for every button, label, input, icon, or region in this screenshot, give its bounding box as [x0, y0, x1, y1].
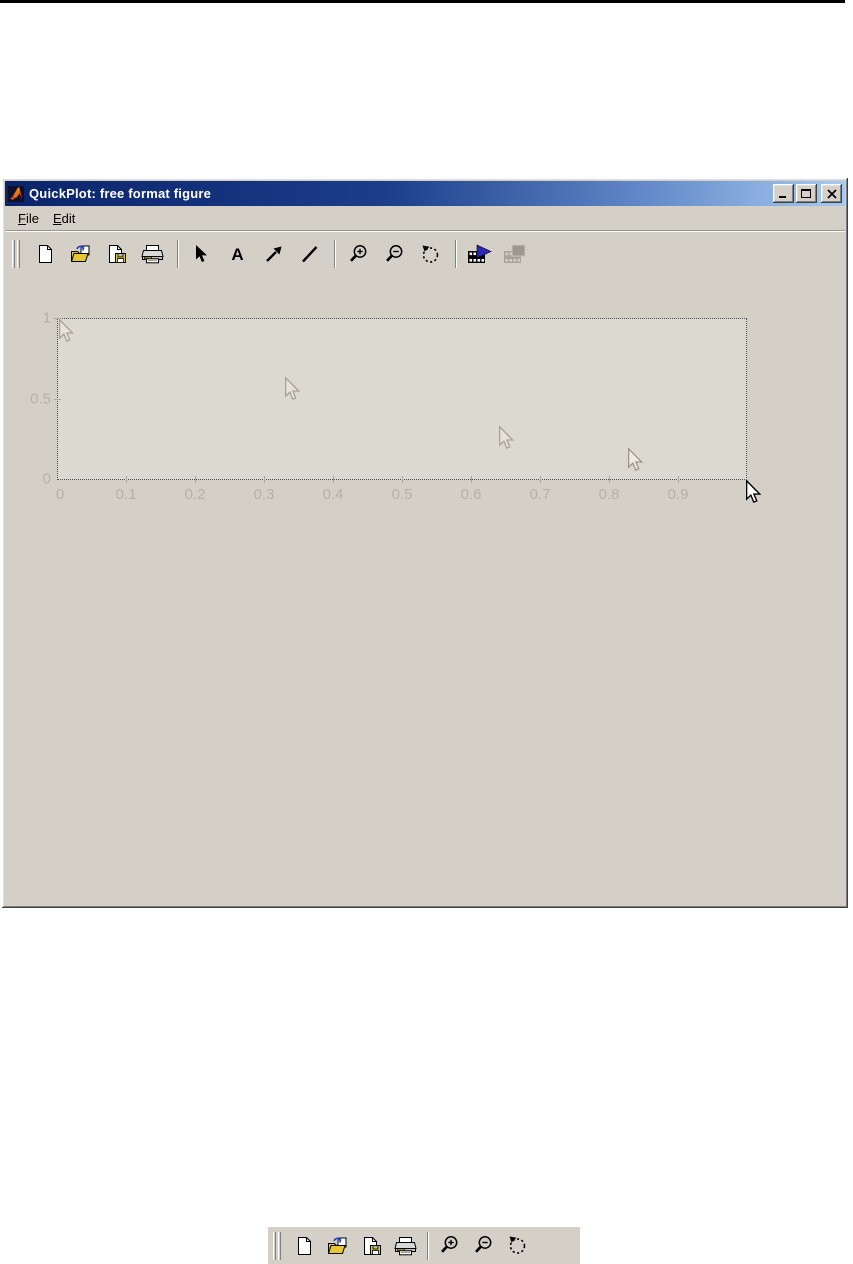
toolbar-separator: [427, 1231, 429, 1260]
x-tick: [402, 476, 403, 483]
page-top-rule: [0, 0, 845, 3]
x-tick-label: 0.6: [460, 486, 482, 503]
open-folder-icon: [70, 245, 89, 262]
x-tick-label: 0.5: [391, 486, 413, 503]
main-toolbar: A: [5, 232, 845, 276]
quickplot-window: QuickPlot: free format figure File Edit: [2, 178, 848, 908]
toolbar-fragment: [268, 1227, 580, 1264]
export-movie-button-disabled: [502, 241, 529, 268]
zoom-in-button[interactable]: [436, 1232, 463, 1259]
zoom-out-icon: [386, 244, 403, 262]
new-figure-button[interactable]: [31, 241, 58, 268]
rotate-icon: [422, 245, 439, 263]
line-tool-button[interactable]: [296, 241, 323, 268]
window-title: QuickPlot: free format figure: [29, 186, 212, 201]
ghost-cursor: [628, 448, 643, 471]
zoom-out-icon: [475, 1236, 492, 1253]
menubar: File Edit: [5, 206, 845, 230]
toolbar-gripper[interactable]: [12, 240, 22, 268]
x-tick: [195, 476, 196, 483]
open-file-button[interactable]: [67, 241, 94, 268]
maximize-button[interactable]: [796, 184, 817, 203]
rotate-3d-button[interactable]: [417, 241, 444, 268]
y-tick-label: 0.5: [30, 390, 51, 408]
x-tick-label: 0.3: [253, 486, 275, 503]
text-tool-button[interactable]: A: [224, 241, 251, 268]
printer-icon: [141, 245, 164, 264]
open-file-button[interactable]: [324, 1232, 351, 1259]
play-movie-icon: [467, 244, 492, 263]
print-figure-button[interactable]: [392, 1232, 419, 1259]
document-page: QuickPlot: free format figure File Edit: [0, 0, 853, 1264]
maximize-icon: [801, 189, 811, 198]
zoom-in-icon: [350, 244, 367, 262]
x-tick-label: 0.8: [598, 486, 620, 503]
x-tick-label: 0.4: [322, 486, 344, 503]
new-document-icon: [297, 1236, 311, 1255]
x-tick: [609, 476, 610, 483]
pointer-icon: [196, 244, 207, 262]
new-figure-button[interactable]: [290, 1232, 317, 1259]
ghost-cursor: [59, 319, 74, 342]
pointer-tool-button[interactable]: [188, 241, 215, 268]
minimize-button[interactable]: [773, 184, 794, 203]
x-tick: [126, 476, 127, 483]
x-tick-label: 0: [55, 486, 65, 503]
toolbar-separator: [177, 240, 179, 268]
x-tick-label: 0.1: [115, 486, 137, 503]
x-tick-label: 0.9: [667, 486, 689, 503]
print-figure-button[interactable]: [139, 241, 166, 268]
save-icon: [363, 1236, 381, 1255]
minimize-icon: [779, 196, 786, 198]
open-folder-icon: [327, 1237, 346, 1254]
zoom-in-icon: [441, 1236, 458, 1253]
export-movie-icon: [503, 244, 525, 263]
x-tick-label: 0.7: [529, 486, 551, 503]
save-figure-button[interactable]: [103, 241, 130, 268]
ghost-cursor: [285, 377, 300, 400]
play-movie-button[interactable]: [466, 241, 493, 268]
menu-file[interactable]: File: [11, 209, 46, 228]
x-tick: [471, 476, 472, 483]
close-button[interactable]: [821, 184, 842, 203]
zoom-out-button[interactable]: [470, 1232, 497, 1259]
close-icon: [826, 188, 837, 199]
y-tick-label: 1: [42, 309, 51, 327]
x-tick: [540, 476, 541, 483]
arrow-tool-button[interactable]: [260, 241, 287, 268]
x-tick: [264, 476, 265, 483]
new-document-icon: [38, 245, 52, 263]
rotate-3d-button[interactable]: [504, 1232, 531, 1259]
figure-client-area: 0 0.1 0.2 0.3 0.4 0.5 0.6 0.7 0.8 0.9 1 …: [5, 276, 845, 905]
y-tick: [54, 399, 61, 400]
matlab-logo-icon: [8, 185, 24, 202]
x-tick: [678, 476, 679, 483]
menu-edit[interactable]: Edit: [46, 209, 82, 228]
zoom-in-button[interactable]: [345, 241, 372, 268]
titlebar[interactable]: QuickPlot: free format figure: [5, 181, 845, 206]
toolbar-gripper[interactable]: [273, 1231, 283, 1260]
y-tick-label: 0: [42, 470, 51, 488]
ghost-cursor: [499, 426, 514, 449]
toolbar-separator: [334, 240, 336, 268]
plot-axes[interactable]: [57, 318, 747, 480]
x-tick: [333, 476, 334, 483]
arrow-icon: [265, 246, 281, 262]
x-tick-label: 0.2: [184, 486, 206, 503]
toolbar-separator: [455, 240, 457, 268]
printer-icon: [394, 1236, 417, 1255]
mouse-cursor: [746, 480, 761, 504]
text-tool-icon: A: [231, 244, 244, 264]
window-controls: [771, 184, 842, 203]
rotate-icon: [509, 1236, 526, 1254]
save-figure-button[interactable]: [358, 1232, 385, 1259]
zoom-out-button[interactable]: [381, 241, 408, 268]
save-icon: [108, 245, 126, 263]
line-icon: [301, 246, 317, 263]
